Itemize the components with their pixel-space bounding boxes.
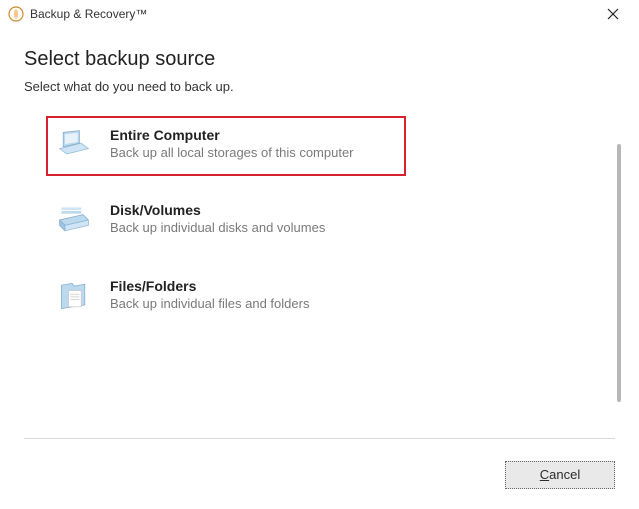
app-icon bbox=[8, 6, 24, 22]
option-entire-computer[interactable]: Entire Computer Back up all local storag… bbox=[46, 116, 406, 176]
option-title: Files/Folders bbox=[110, 278, 309, 294]
content-area: Select backup source Select what do you … bbox=[0, 28, 639, 509]
cancel-rest: ancel bbox=[549, 467, 580, 482]
option-title: Disk/Volumes bbox=[110, 202, 325, 218]
folder-icon bbox=[56, 278, 92, 314]
footer-separator bbox=[24, 438, 615, 439]
option-desc: Back up all local storages of this compu… bbox=[110, 145, 354, 160]
cancel-button[interactable]: Cancel bbox=[505, 461, 615, 489]
page-title: Select backup source bbox=[24, 48, 615, 71]
footer: Cancel bbox=[505, 461, 615, 489]
disk-icon bbox=[56, 202, 92, 238]
option-text: Disk/Volumes Back up individual disks an… bbox=[110, 202, 325, 235]
option-title: Entire Computer bbox=[110, 127, 354, 143]
close-button[interactable] bbox=[593, 0, 633, 28]
option-text: Files/Folders Back up individual files a… bbox=[110, 278, 309, 311]
option-files-folders[interactable]: Files/Folders Back up individual files a… bbox=[46, 266, 406, 328]
titlebar: Backup & Recovery™ bbox=[0, 0, 639, 28]
cancel-accel: C bbox=[540, 467, 549, 482]
option-desc: Back up individual files and folders bbox=[110, 296, 309, 311]
option-disk-volumes[interactable]: Disk/Volumes Back up individual disks an… bbox=[46, 190, 406, 252]
option-desc: Back up individual disks and volumes bbox=[110, 220, 325, 235]
option-text: Entire Computer Back up all local storag… bbox=[110, 127, 354, 160]
source-options: Entire Computer Back up all local storag… bbox=[24, 116, 615, 328]
computer-icon bbox=[56, 127, 92, 163]
page-subtitle: Select what do you need to back up. bbox=[24, 79, 615, 94]
app-title: Backup & Recovery™ bbox=[30, 7, 593, 21]
scrollbar[interactable] bbox=[617, 144, 621, 402]
